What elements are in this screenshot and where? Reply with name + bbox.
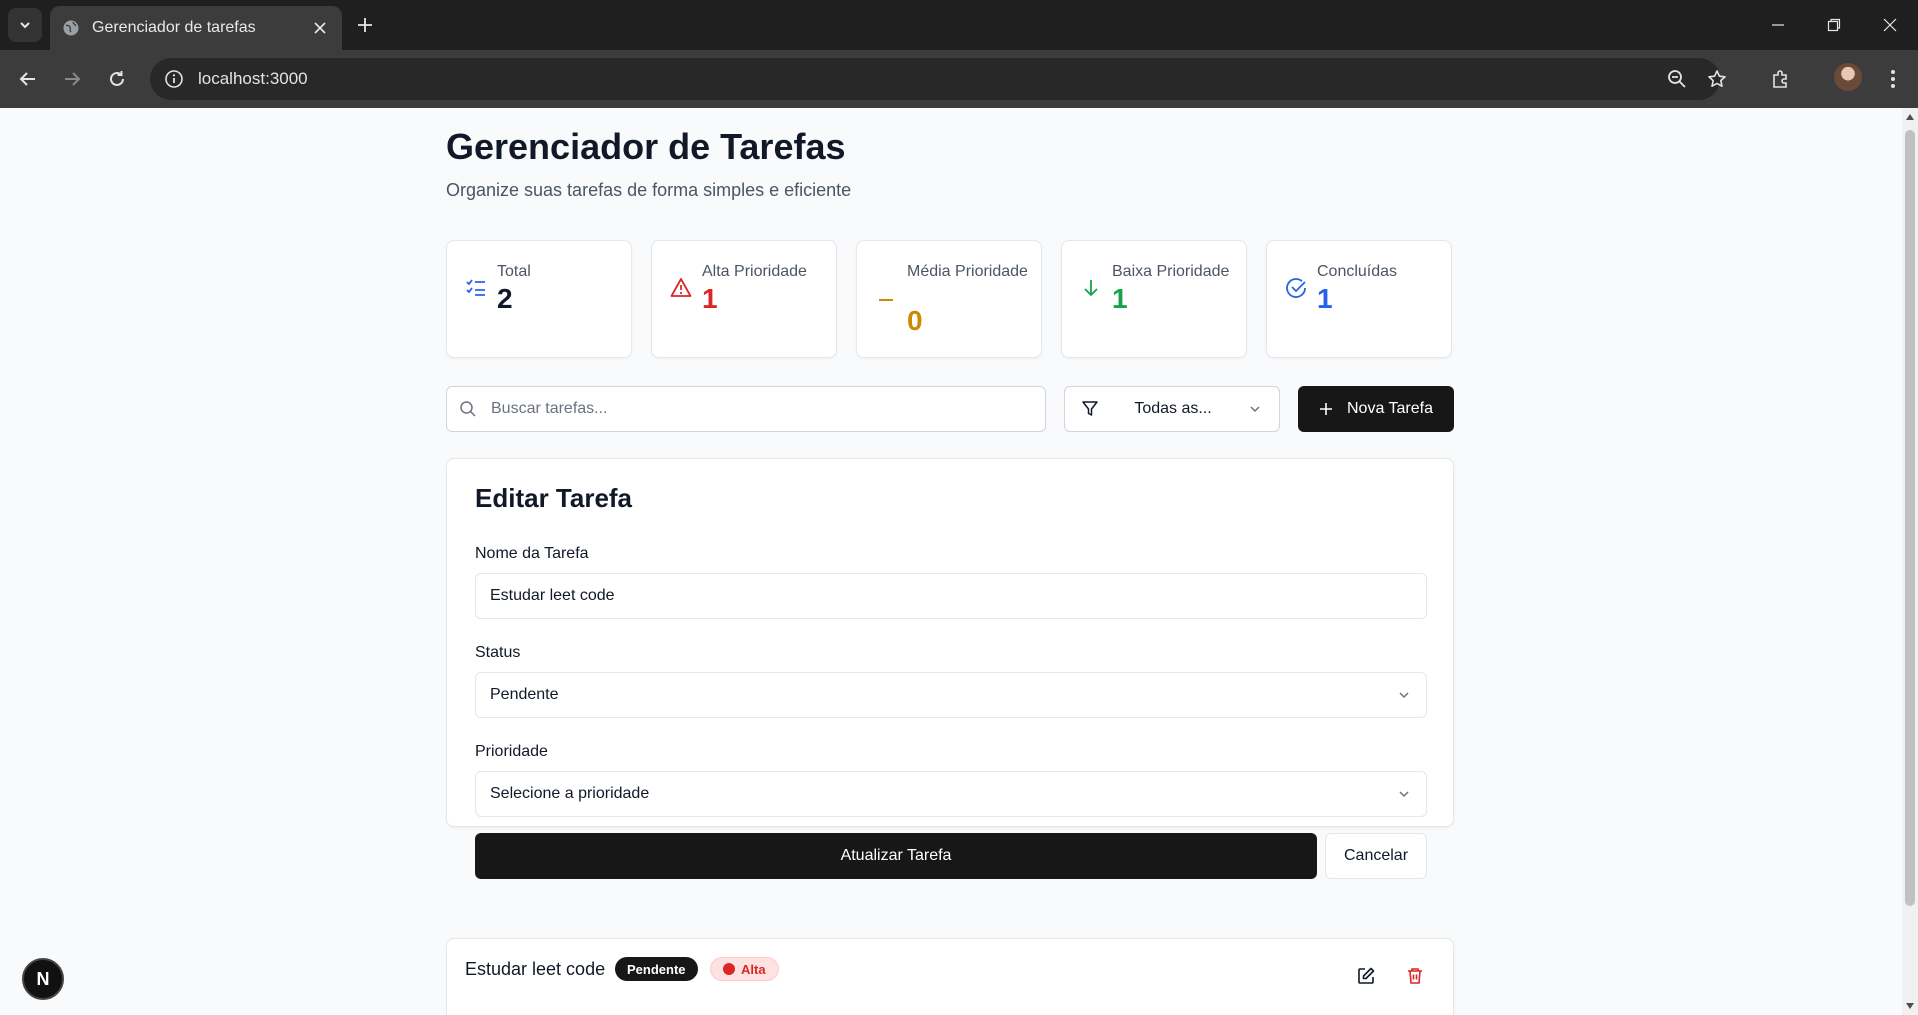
minus-icon xyxy=(875,289,897,311)
trash-icon xyxy=(1408,968,1422,984)
scrollbar-thumb[interactable] xyxy=(1905,130,1915,906)
browser-tab-bar: Gerenciador de tarefas xyxy=(0,0,1918,50)
page-title: Gerenciador de Tarefas xyxy=(446,126,846,167)
status-select[interactable]: Pendente xyxy=(475,672,1427,718)
menu-button[interactable] xyxy=(1878,64,1908,94)
browser-toolbar: localhost:3000 xyxy=(0,50,1918,108)
stat-card-low: Baixa Prioridade 1 xyxy=(1061,240,1247,358)
arrow-down-icon xyxy=(1080,277,1102,299)
plus-icon xyxy=(358,18,372,32)
site-info-icon[interactable] xyxy=(164,69,184,89)
warning-triangle-icon xyxy=(670,277,692,299)
stat-label: Concluídas xyxy=(1317,263,1398,280)
new-task-label: Nova Tarefa xyxy=(1347,400,1433,417)
priority-label: Prioridade xyxy=(475,743,548,760)
plus-icon xyxy=(1320,403,1332,415)
restore-icon xyxy=(1827,18,1841,32)
stat-card-high: Alta Prioridade 1 xyxy=(651,240,837,358)
edit-icon xyxy=(1358,967,1375,984)
cancel-button[interactable]: Cancelar xyxy=(1325,833,1427,879)
filter-icon xyxy=(1081,400,1099,418)
delete-task-button[interactable] xyxy=(1404,965,1426,987)
priority-select[interactable]: Selecione a prioridade xyxy=(475,771,1427,817)
task-name: Estudar leet code xyxy=(465,959,606,979)
task-item: Estudar leet code Pendente Alta xyxy=(446,938,1454,1015)
extensions-button[interactable] xyxy=(1766,64,1796,94)
check-circle-icon xyxy=(1285,277,1307,299)
close-window-button[interactable] xyxy=(1870,10,1910,40)
priority-badge-label: Alta xyxy=(741,961,766,977)
task-name-label: Nome da Tarefa xyxy=(475,545,589,562)
stat-card-medium: Média Prioridade 0 xyxy=(856,240,1042,358)
scroll-up-icon[interactable] xyxy=(1905,112,1915,122)
minimize-button[interactable] xyxy=(1758,10,1798,40)
forward-button[interactable] xyxy=(57,64,87,94)
url-text: localhost:3000 xyxy=(198,69,308,88)
priority-dot-icon xyxy=(723,963,735,975)
filter-value: Todas as... xyxy=(1134,400,1212,417)
update-task-button[interactable]: Atualizar Tarefa xyxy=(475,833,1317,879)
filter-select[interactable]: Todas as... xyxy=(1064,386,1280,432)
browser-tab[interactable]: Gerenciador de tarefas xyxy=(50,6,342,50)
reload-icon xyxy=(110,71,124,86)
page-viewport: Gerenciador de Tarefas Organize suas tar… xyxy=(0,108,1902,1015)
zoom-button[interactable] xyxy=(1662,64,1692,94)
stat-value: 1 xyxy=(1112,283,1128,314)
priority-placeholder: Selecione a prioridade xyxy=(490,785,650,802)
address-bar[interactable]: localhost:3000 xyxy=(150,58,1720,100)
close-icon xyxy=(1883,18,1897,32)
stat-card-done: Concluídas 1 xyxy=(1266,240,1452,358)
search-box[interactable] xyxy=(446,386,1046,432)
search-icon xyxy=(459,400,477,418)
edit-task-button[interactable] xyxy=(1355,965,1377,987)
stat-card-total: Total 2 xyxy=(446,240,632,358)
tab-search-button[interactable] xyxy=(8,8,42,42)
stat-label: Baixa Prioridade xyxy=(1112,263,1230,280)
chevron-down-icon xyxy=(1396,786,1412,802)
new-tab-button[interactable] xyxy=(352,12,378,38)
chevron-down-icon xyxy=(20,22,30,29)
globe-icon xyxy=(62,19,80,37)
stat-value: 2 xyxy=(497,283,513,314)
zoom-out-icon xyxy=(1668,70,1686,88)
search-input[interactable] xyxy=(491,400,1045,418)
arrow-right-icon xyxy=(65,72,81,86)
task-name-value: Estudar leet code xyxy=(490,587,615,604)
chevron-down-icon xyxy=(1396,687,1412,703)
scroll-down-icon[interactable] xyxy=(1905,1001,1915,1011)
reload-button[interactable] xyxy=(102,64,132,94)
close-tab-icon[interactable] xyxy=(310,18,330,38)
profile-avatar[interactable] xyxy=(1834,63,1862,91)
kebab-menu-icon xyxy=(1891,70,1895,88)
star-icon xyxy=(1708,70,1726,87)
form-title: Editar Tarefa xyxy=(475,483,633,513)
new-task-button[interactable]: Nova Tarefa xyxy=(1298,386,1454,432)
back-button[interactable] xyxy=(13,64,43,94)
status-label: Status xyxy=(475,644,521,661)
task-name-input[interactable]: Estudar leet code xyxy=(475,573,1427,619)
status-value: Pendente xyxy=(490,686,559,703)
priority-badge: Alta xyxy=(710,957,779,981)
restore-button[interactable] xyxy=(1814,10,1854,40)
list-check-icon xyxy=(465,277,487,299)
minimize-icon xyxy=(1772,24,1784,26)
arrow-left-icon xyxy=(19,72,35,86)
stat-label: Alta Prioridade xyxy=(702,263,807,280)
chevron-down-icon xyxy=(1247,401,1263,417)
stat-value: 1 xyxy=(702,283,718,314)
tab-title: Gerenciador de tarefas xyxy=(92,19,256,36)
stat-label: Média Prioridade xyxy=(907,263,1028,280)
puzzle-icon xyxy=(1773,70,1787,88)
page-scrollbar[interactable] xyxy=(1902,108,1918,1015)
page-subtitle: Organize suas tarefas de forma simples e… xyxy=(446,180,852,200)
nextjs-dev-badge[interactable]: N xyxy=(22,958,64,1000)
stat-value: 0 xyxy=(907,305,923,336)
status-badge: Pendente xyxy=(615,957,698,981)
bookmark-button[interactable] xyxy=(1702,64,1732,94)
edit-task-form: Editar Tarefa Nome da Tarefa Estudar lee… xyxy=(446,458,1454,879)
stat-value: 1 xyxy=(1317,283,1333,314)
stat-label: Total xyxy=(497,263,531,280)
